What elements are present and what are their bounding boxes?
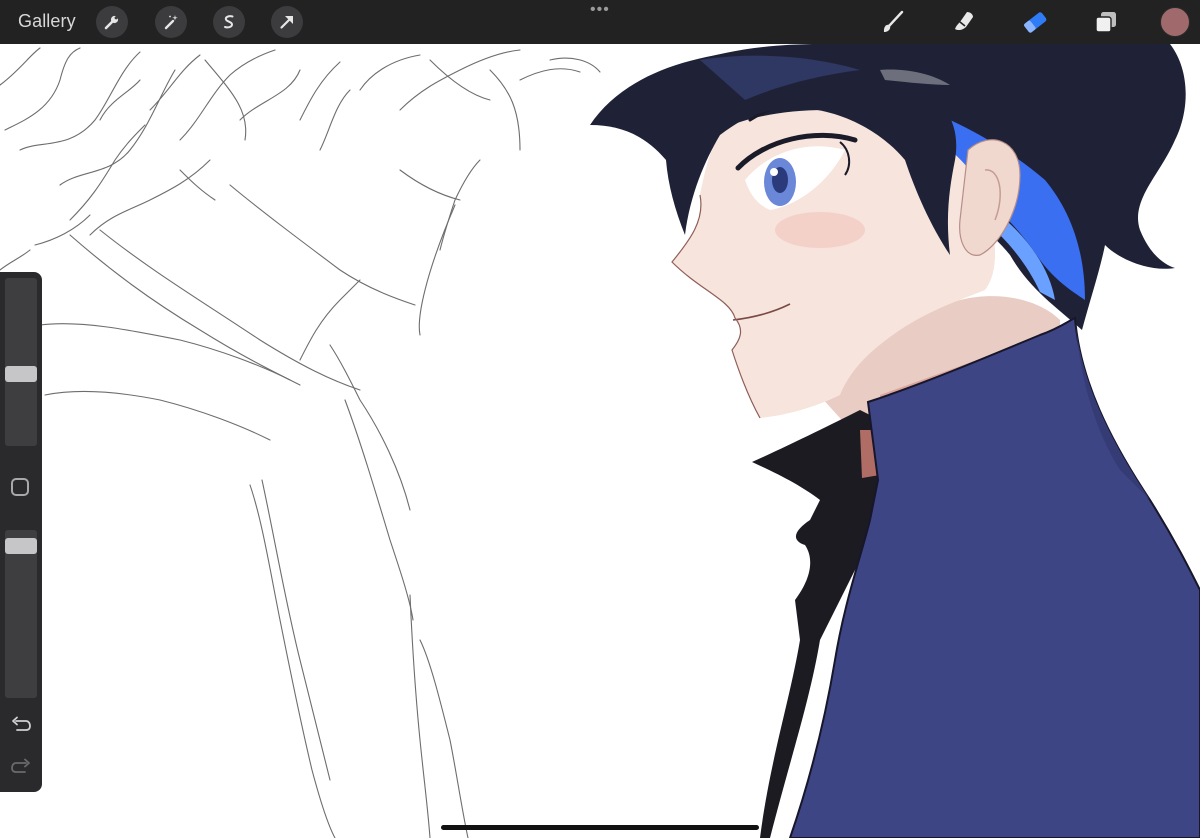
smudge-tool-button[interactable] — [949, 7, 979, 37]
eraser-tool-button[interactable] — [1020, 7, 1050, 37]
layers-button[interactable] — [1091, 7, 1121, 37]
more-options-button[interactable]: ••• — [590, 2, 610, 18]
layers-icon — [1095, 12, 1116, 33]
top-toolbar: Gallery ••• — [0, 0, 1200, 44]
undo-icon[interactable] — [10, 716, 32, 734]
opacity-slider[interactable] — [5, 530, 37, 698]
selection-button[interactable] — [213, 6, 245, 38]
color-picker-button[interactable] — [1160, 7, 1190, 37]
transform-arrow-icon — [280, 16, 293, 29]
smudge-icon — [955, 12, 973, 31]
brush-size-thumb[interactable] — [5, 366, 37, 382]
transform-button[interactable] — [271, 6, 303, 38]
eraser-icon — [1024, 12, 1047, 33]
magic-wand-icon — [164, 15, 178, 30]
modify-button[interactable] — [11, 478, 29, 496]
selection-icon — [224, 15, 234, 29]
redo-icon[interactable] — [10, 758, 32, 776]
left-sidebar — [0, 272, 42, 792]
brush-icon — [883, 10, 904, 32]
pencil-sketch — [0, 47, 601, 838]
home-indicator[interactable] — [441, 825, 759, 830]
adjustments-button[interactable] — [155, 6, 187, 38]
brush-tool-button[interactable] — [878, 7, 908, 37]
opacity-thumb[interactable] — [5, 538, 37, 554]
gallery-button[interactable]: Gallery — [18, 11, 76, 32]
brush-size-slider[interactable] — [5, 278, 37, 446]
drawing-canvas[interactable] — [0, 44, 1200, 838]
artwork — [0, 44, 1200, 838]
wrench-icon — [104, 15, 119, 30]
actions-button[interactable] — [96, 6, 128, 38]
